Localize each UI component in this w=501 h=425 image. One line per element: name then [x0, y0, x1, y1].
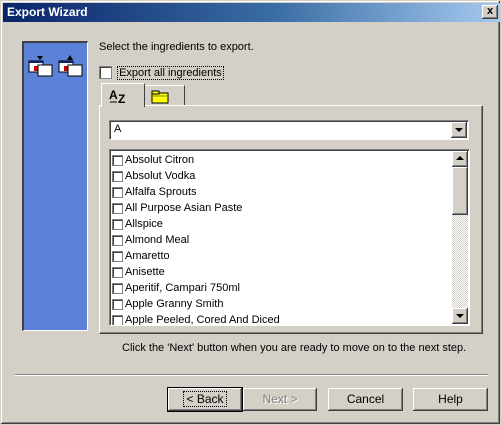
export-down-icon [28, 56, 53, 77]
list-item[interactable]: Absolut Citron [112, 152, 280, 168]
list-item[interactable]: Apple Granny Smith [112, 296, 280, 312]
wizard-side-panel [22, 41, 88, 331]
list-item[interactable]: Absolut Vodka [112, 168, 280, 184]
list-item-label: Allspice [125, 218, 163, 230]
list-item-checkbox[interactable] [112, 170, 123, 182]
list-item[interactable]: Amaretto [112, 248, 280, 264]
tab-category[interactable] [144, 85, 185, 106]
list-item[interactable]: Almond Meal [112, 232, 280, 248]
list-item-label: Almond Meal [125, 234, 190, 246]
help-button[interactable]: Help [413, 388, 488, 411]
letter-filter-value: A [114, 123, 122, 135]
list-item-checkbox[interactable] [112, 282, 123, 294]
list-item-checkbox[interactable] [112, 250, 123, 262]
list-item-checkbox[interactable] [112, 154, 123, 166]
list-item[interactable]: Anisette [112, 264, 280, 280]
list-item-label: Apple Peeled, Cored And Diced [125, 314, 280, 326]
svg-text:A: A [109, 88, 118, 102]
list-item-checkbox[interactable] [112, 218, 123, 230]
list-item[interactable]: Allspice [112, 216, 280, 232]
title-bar[interactable]: Export Wizard x [3, 3, 500, 22]
scroll-up-arrow-icon [456, 156, 464, 160]
intro-text: Select the ingredients to export. [99, 41, 254, 53]
list-item-label: Absolut Vodka [125, 170, 196, 182]
list-item-checkbox[interactable] [112, 298, 123, 310]
folder-icon [151, 90, 169, 104]
letter-filter-dropdown[interactable]: A [109, 120, 469, 140]
list-item-label: Amaretto [125, 250, 170, 262]
back-button-label: < Back [183, 391, 227, 407]
list-item[interactable]: Apple Peeled, Cored And Diced [112, 312, 280, 326]
list-item-checkbox[interactable] [112, 186, 123, 198]
list-item-checkbox[interactable] [112, 314, 123, 325]
list-item-label: All Purpose Asian Paste [125, 202, 243, 214]
back-button[interactable]: < Back [167, 387, 243, 412]
list-item-label: Aperitif, Campari 750ml [125, 282, 240, 294]
chevron-down-icon [455, 128, 463, 132]
list-item-label: Alfalfa Sprouts [125, 186, 197, 198]
export-all-checkbox[interactable] [99, 66, 112, 79]
list-item-checkbox[interactable] [112, 234, 123, 246]
export-all-checkbox-row[interactable]: Export all ingredients [99, 65, 224, 80]
vertical-scrollbar[interactable] [452, 151, 468, 324]
dropdown-arrow-button[interactable] [451, 122, 467, 138]
list-item-label: Absolut Citron [125, 154, 195, 166]
scroll-up-button[interactable] [452, 151, 468, 167]
svg-text:Z: Z [118, 92, 125, 105]
export-up-icon [58, 55, 83, 77]
list-item[interactable]: Aperitif, Campari 750ml [112, 280, 280, 296]
scroll-down-arrow-icon [456, 314, 464, 318]
window-title: Export Wizard [7, 5, 88, 19]
ingredients-list[interactable]: Absolut Citron Absolut Vodka Alfalfa Sprou… [109, 149, 470, 326]
list-item[interactable]: Alfalfa Sprouts [112, 184, 280, 200]
list-item-checkbox[interactable] [112, 202, 123, 214]
divider [15, 374, 488, 376]
list-item-label: Apple Granny Smith [125, 298, 224, 310]
export-wizard-window: Export Wizard x Select the ingredients t… [0, 0, 501, 425]
cancel-button[interactable]: Cancel [328, 388, 403, 411]
scroll-thumb[interactable] [452, 167, 468, 215]
close-button[interactable]: x [482, 5, 498, 19]
scroll-down-button[interactable] [452, 308, 468, 324]
list-item[interactable]: All Purpose Asian Paste [112, 200, 280, 216]
list-item-checkbox[interactable] [112, 266, 123, 278]
ingredients-list-items: Absolut Citron Absolut Vodka Alfalfa Sprou… [112, 152, 280, 326]
az-sort-icon: A Z [109, 88, 125, 105]
next-button[interactable]: Next > [243, 388, 317, 411]
list-item-label: Anisette [125, 266, 165, 278]
tab-alphabetical[interactable]: A Z [101, 83, 145, 107]
export-all-label[interactable]: Export all ingredients [117, 65, 224, 80]
next-step-hint: Click the 'Next' button when you are rea… [122, 342, 467, 354]
